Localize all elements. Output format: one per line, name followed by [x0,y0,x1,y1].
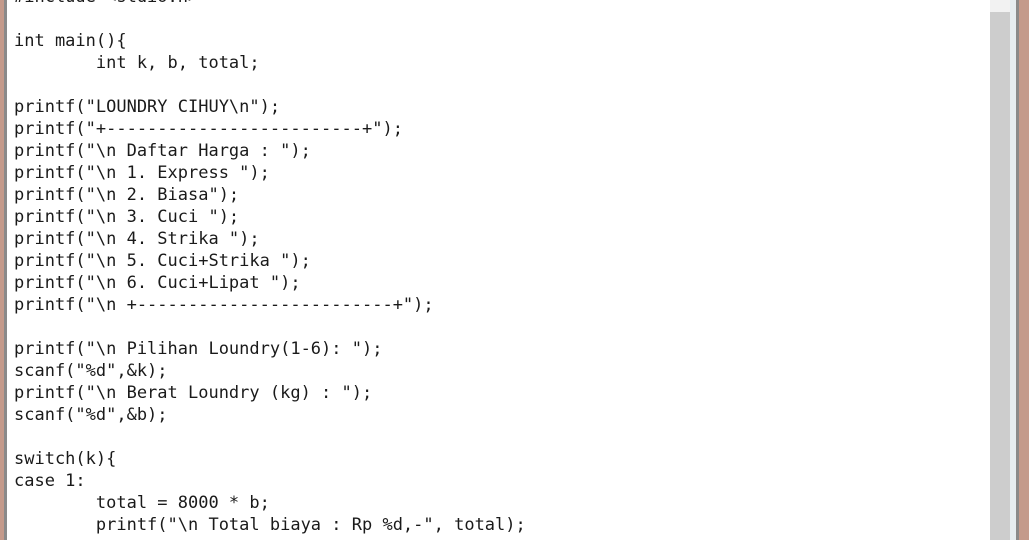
code-line[interactable]: scanf("%d",&k); [14,360,526,382]
code-surface[interactable]: #include <stdio.h> int main(){ int k, b,… [9,0,990,540]
code-line[interactable]: #include <stdio.h> [14,0,526,8]
code-line[interactable]: printf("\n 5. Cuci+Strika "); [14,250,526,272]
right-window-chrome [1016,0,1029,540]
code-line[interactable]: scanf("%d",&b); [14,404,526,426]
source-code-text[interactable]: #include <stdio.h> int main(){ int k, b,… [14,0,526,536]
code-line[interactable] [14,316,526,338]
code-line[interactable]: total = 8000 * b; [14,492,526,514]
code-line[interactable]: printf("+-------------------------+"); [14,118,526,140]
code-line[interactable]: case 1: [14,470,526,492]
code-line[interactable]: switch(k){ [14,448,526,470]
code-line[interactable]: printf("\n 1. Express "); [14,162,526,184]
code-line[interactable]: printf("LOUNDRY CIHUY\n"); [14,96,526,118]
scrollbar-thumb[interactable] [990,12,1010,540]
vertical-scrollbar[interactable] [990,0,1010,540]
code-line[interactable] [14,426,526,448]
code-line[interactable]: printf("\n Pilihan Loundry(1-6): "); [14,338,526,360]
code-line[interactable]: printf("\n 6. Cuci+Lipat "); [14,272,526,294]
code-line[interactable]: printf("\n Total biaya : Rp %d,-", total… [14,514,526,536]
code-line[interactable]: printf("\n +-------------------------+")… [14,294,526,316]
code-line[interactable] [14,8,526,30]
code-line[interactable] [14,74,526,96]
left-window-chrome [0,0,9,540]
code-line[interactable]: printf("\n 2. Biasa"); [14,184,526,206]
code-line[interactable]: printf("\n Daftar Harga : "); [14,140,526,162]
code-editor-window: #include <stdio.h> int main(){ int k, b,… [0,0,1029,540]
code-line[interactable]: printf("\n Berat Loundry (kg) : "); [14,382,526,404]
window-accent-stripe-right [1019,0,1029,540]
code-line[interactable]: int main(){ [14,30,526,52]
code-line[interactable]: printf("\n 3. Cuci "); [14,206,526,228]
code-line[interactable]: printf("\n 4. Strika "); [14,228,526,250]
code-line[interactable]: int k, b, total; [14,52,526,74]
